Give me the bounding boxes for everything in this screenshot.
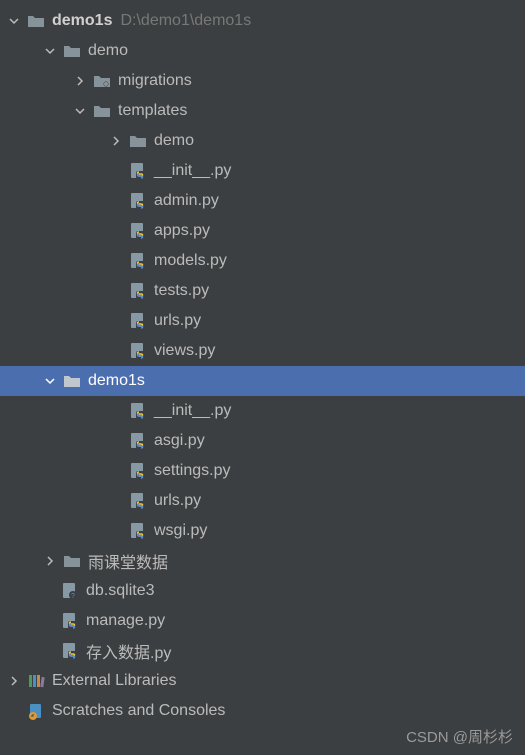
- chevron-right-icon[interactable]: [6, 673, 22, 689]
- python-file-icon: [60, 611, 80, 631]
- tree-item-templates-demo[interactable]: demo: [0, 126, 525, 156]
- folder-icon: [92, 71, 112, 91]
- scratches-label: Scratches and Consoles: [52, 702, 225, 720]
- python-file-icon: [60, 641, 80, 661]
- tree-item-migrations[interactable]: migrations: [0, 66, 525, 96]
- root-label: demo1s: [52, 12, 112, 30]
- file-label: urls.py: [154, 312, 201, 330]
- python-file-icon: [128, 161, 148, 181]
- tree-item-demo[interactable]: demo: [0, 36, 525, 66]
- python-file-icon: [128, 281, 148, 301]
- file-label: manage.py: [86, 612, 165, 630]
- chevron-right-icon[interactable]: [42, 553, 58, 569]
- folder-icon: [26, 11, 46, 31]
- tree-item-file[interactable]: __init__.py: [0, 156, 525, 186]
- file-label: urls.py: [154, 492, 201, 510]
- python-file-icon: [128, 521, 148, 541]
- file-label: wsgi.py: [154, 522, 207, 540]
- chevron-down-icon[interactable]: [6, 13, 22, 29]
- chevron-right-icon[interactable]: [72, 73, 88, 89]
- external-libraries-label: External Libraries: [52, 672, 177, 690]
- folder-icon: [62, 41, 82, 61]
- folder-icon: [62, 551, 82, 571]
- tree-item-file[interactable]: 存入数据.py: [0, 636, 525, 666]
- watermark: CSDN @周杉杉: [406, 726, 513, 747]
- tree-item-file[interactable]: models.py: [0, 246, 525, 276]
- file-label: __init__.py: [154, 402, 231, 420]
- python-file-icon: [128, 461, 148, 481]
- folder-icon: [92, 101, 112, 121]
- tree-item-scratches[interactable]: Scratches and Consoles: [0, 696, 525, 726]
- folder-label: migrations: [118, 72, 192, 90]
- root-path: D:\demo1\demo1s: [120, 12, 251, 30]
- tree-item-file[interactable]: urls.py: [0, 306, 525, 336]
- python-file-icon: [128, 191, 148, 211]
- file-label: tests.py: [154, 282, 209, 300]
- folder-label: demo: [154, 132, 194, 150]
- file-label: apps.py: [154, 222, 210, 240]
- tree-item-file[interactable]: tests.py: [0, 276, 525, 306]
- chevron-down-icon[interactable]: [42, 43, 58, 59]
- tree-item-root[interactable]: demo1s D:\demo1\demo1s: [0, 6, 525, 36]
- folder-label: templates: [118, 102, 187, 120]
- file-label: models.py: [154, 252, 227, 270]
- file-icon: ?: [60, 581, 80, 601]
- python-file-icon: [128, 311, 148, 331]
- tree-item-demo1s[interactable]: demo1s: [0, 366, 525, 396]
- folder-icon: [128, 131, 148, 151]
- tree-item-file[interactable]: admin.py: [0, 186, 525, 216]
- python-file-icon: [128, 491, 148, 511]
- tree-item-templates[interactable]: templates: [0, 96, 525, 126]
- file-label: 存入数据.py: [86, 639, 171, 663]
- folder-label: 雨课堂数据: [88, 549, 168, 573]
- tree-item-external-libraries[interactable]: External Libraries: [0, 666, 525, 696]
- file-label: __init__.py: [154, 162, 231, 180]
- tree-item-file[interactable]: manage.py: [0, 606, 525, 636]
- tree-item-file[interactable]: urls.py: [0, 486, 525, 516]
- python-file-icon: [128, 431, 148, 451]
- project-tree: demo1s D:\demo1\demo1s demo migrations t…: [0, 0, 525, 726]
- scratches-icon: [26, 701, 46, 721]
- python-file-icon: [128, 221, 148, 241]
- file-label: db.sqlite3: [86, 582, 155, 600]
- svg-text:?: ?: [71, 593, 75, 600]
- chevron-down-icon[interactable]: [72, 103, 88, 119]
- tree-item-file[interactable]: __init__.py: [0, 396, 525, 426]
- tree-item-file[interactable]: apps.py: [0, 216, 525, 246]
- folder-label: demo1s: [88, 372, 145, 390]
- tree-item-file[interactable]: wsgi.py: [0, 516, 525, 546]
- tree-item-yuketang[interactable]: 雨课堂数据: [0, 546, 525, 576]
- tree-item-file[interactable]: settings.py: [0, 456, 525, 486]
- folder-icon: [62, 371, 82, 391]
- file-label: views.py: [154, 342, 215, 360]
- chevron-down-icon[interactable]: [42, 373, 58, 389]
- file-label: admin.py: [154, 192, 219, 210]
- python-file-icon: [128, 401, 148, 421]
- chevron-right-icon[interactable]: [108, 133, 124, 149]
- file-label: asgi.py: [154, 432, 205, 450]
- python-file-icon: [128, 341, 148, 361]
- python-file-icon: [128, 251, 148, 271]
- tree-item-file[interactable]: asgi.py: [0, 426, 525, 456]
- library-icon: [26, 671, 46, 691]
- tree-item-file[interactable]: ? db.sqlite3: [0, 576, 525, 606]
- folder-label: demo: [88, 42, 128, 60]
- file-label: settings.py: [154, 462, 230, 480]
- tree-item-file[interactable]: views.py: [0, 336, 525, 366]
